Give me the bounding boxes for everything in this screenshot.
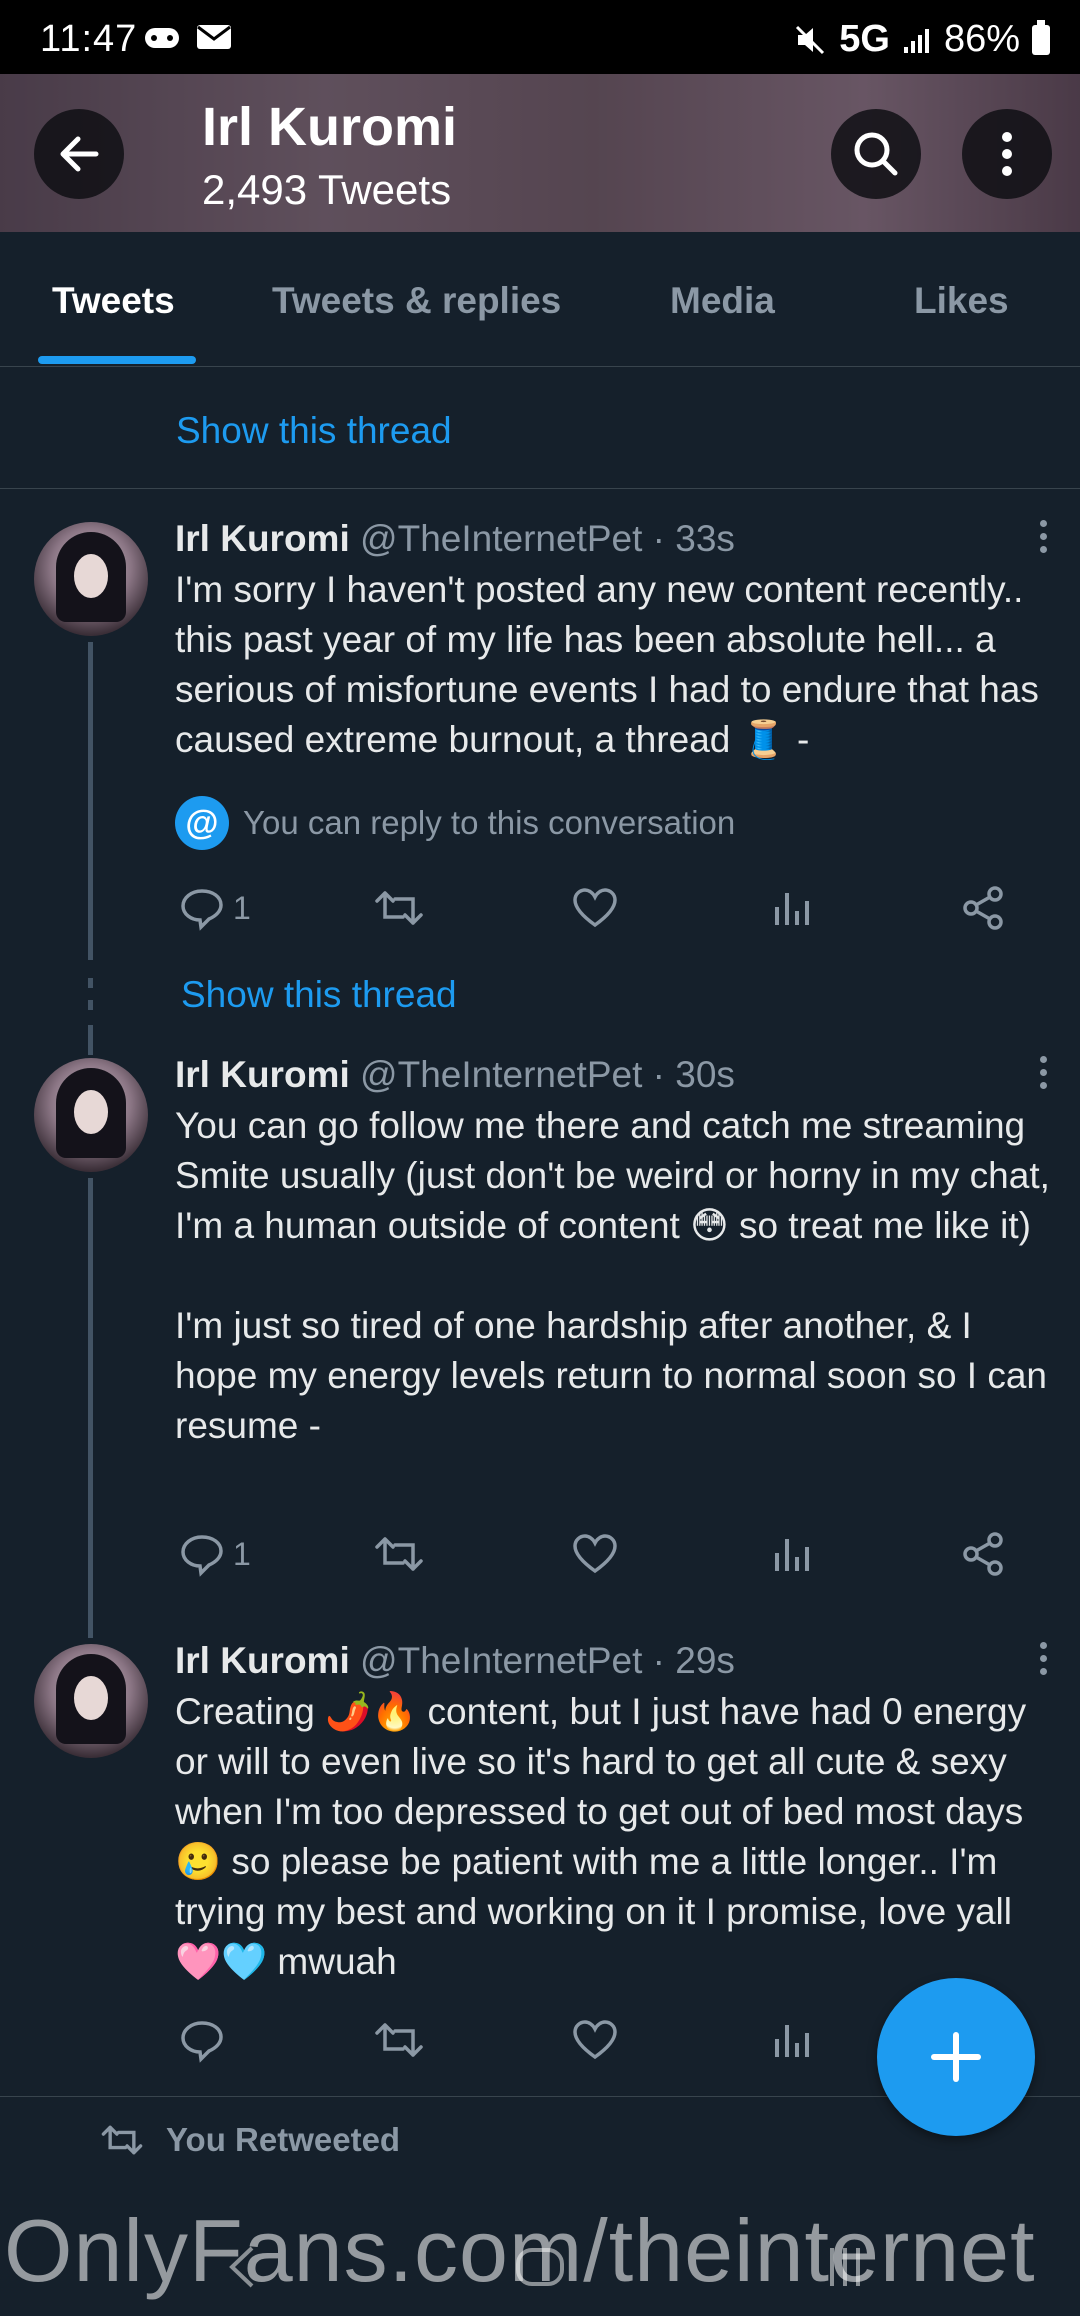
heart-icon [573,2020,617,2060]
mute-icon [796,25,825,54]
thread-line [88,978,93,988]
mail-icon [197,25,231,49]
author-handle: @TheInternetPet [360,1640,643,1681]
divider [0,488,1080,489]
tab-media[interactable]: Media [670,280,775,322]
active-tab-indicator [38,356,196,364]
tweet-header: Irl Kuromi @TheInternetPet · 33s [175,518,735,560]
tweet-actions: 1 [175,1524,1015,1584]
profile-tabs: Tweets Tweets & replies Media Likes [0,232,1080,367]
tweet-more-button[interactable] [1040,1642,1048,1681]
avatar[interactable] [34,1644,148,1758]
tweet-time: · 30s [652,1054,735,1095]
tab-tweets-replies[interactable]: Tweets & replies [272,280,561,322]
reply-permission-note: @ You can reply to this conversation [175,796,735,850]
thread-line [88,1178,93,1638]
thread-line [88,1025,93,1055]
tweet-time: · 29s [652,1640,735,1681]
thread-line [88,1000,93,1010]
more-vertical-icon [1002,132,1012,176]
tweet-actions: 1 [175,878,1015,938]
status-time: 11:47 [40,18,138,60]
retweet-button[interactable] [373,878,425,938]
author-name[interactable]: Irl Kuromi [175,1640,350,1681]
analytics-icon [775,2025,809,2057]
reply-count: 1 [233,1535,251,1572]
arrow-left-icon [60,136,99,172]
tweet-time: · 33s [652,518,735,559]
share-button[interactable] [961,878,1007,938]
share-icon [963,886,1003,930]
views-button[interactable] [771,878,813,938]
profile-header: Irl Kuromi 2,493 Tweets [0,74,1080,232]
notification-icons [142,20,234,54]
tweet-header: Irl Kuromi @TheInternetPet · 29s [175,1640,735,1682]
show-thread-link[interactable]: Show this thread [181,974,457,1016]
author-name[interactable]: Irl Kuromi [175,518,350,559]
more-options-button[interactable] [962,109,1052,199]
like-button[interactable] [571,878,619,938]
analytics-icon [775,893,809,925]
watermark-text: OnlyFans.com/theinternet [4,2201,1036,2300]
views-button[interactable] [771,1524,813,1584]
views-button[interactable] [771,2010,813,2070]
at-sign-icon: @ [175,796,229,850]
search-icon [854,132,898,176]
retweeted-indicator: You Retweeted [100,2120,400,2160]
retweet-icon [375,2023,423,2057]
avatar[interactable] [34,1058,148,1172]
retweet-button[interactable] [373,2010,425,2070]
search-button[interactable] [831,109,921,199]
heart-icon [573,1534,617,1574]
share-icon [963,1532,1003,1576]
show-thread-link[interactable]: Show this thread [176,410,452,452]
back-button[interactable] [34,109,124,199]
retweeted-label: You Retweeted [166,2121,401,2158]
tweet-more-button[interactable] [1040,1056,1048,1095]
status-right: 5G 86% [793,18,1050,61]
tweet-text: You can go follow me there and catch me … [175,1105,1050,1446]
retweet-icon [101,2125,143,2155]
analytics-icon [775,1539,809,1571]
game-controller-icon [145,28,179,48]
plus-icon [931,2032,981,2082]
battery-icon [1032,19,1050,55]
reply-icon [181,889,223,931]
thread-line [88,642,93,960]
tweet-header: Irl Kuromi @TheInternetPet · 30s [175,1054,735,1096]
like-button[interactable] [571,1524,619,1584]
signal-icon [903,28,929,53]
reply-button[interactable]: 1 [179,878,251,938]
reply-button[interactable]: 1 [179,1524,251,1584]
reply-count: 1 [233,889,251,926]
tweet-more-button[interactable] [1040,520,1048,559]
reply-button[interactable] [179,2010,225,2070]
author-name[interactable]: Irl Kuromi [175,1054,350,1095]
tweet-text: Creating 🌶️🔥 content, but I just have ha… [175,1691,1037,1982]
heart-icon [573,888,617,928]
tweet-text: I'm sorry I haven't posted any new conte… [175,569,1050,760]
retweet-button[interactable] [373,1524,425,1584]
author-handle: @TheInternetPet [360,518,643,559]
reply-icon [181,1535,223,1577]
reply-note-text: You can reply to this conversation [243,804,736,841]
avatar[interactable] [34,522,148,636]
status-bar: 11:47 5G 86% [0,0,1080,74]
compose-tweet-button[interactable] [877,1978,1035,2136]
retweet-icon [375,1537,423,1571]
reply-icon [181,2021,223,2063]
retweet-icon [375,891,423,925]
tab-tweets[interactable]: Tweets [52,280,175,322]
network-type: 5G [839,18,890,60]
author-handle: @TheInternetPet [360,1054,643,1095]
tweet-count: 2,493 Tweets [202,166,452,213]
share-button[interactable] [961,1524,1007,1584]
profile-name: Irl Kuromi [202,97,458,157]
tab-likes[interactable]: Likes [914,280,1009,322]
like-button[interactable] [571,2010,619,2070]
battery-level: 86% [943,18,1020,60]
